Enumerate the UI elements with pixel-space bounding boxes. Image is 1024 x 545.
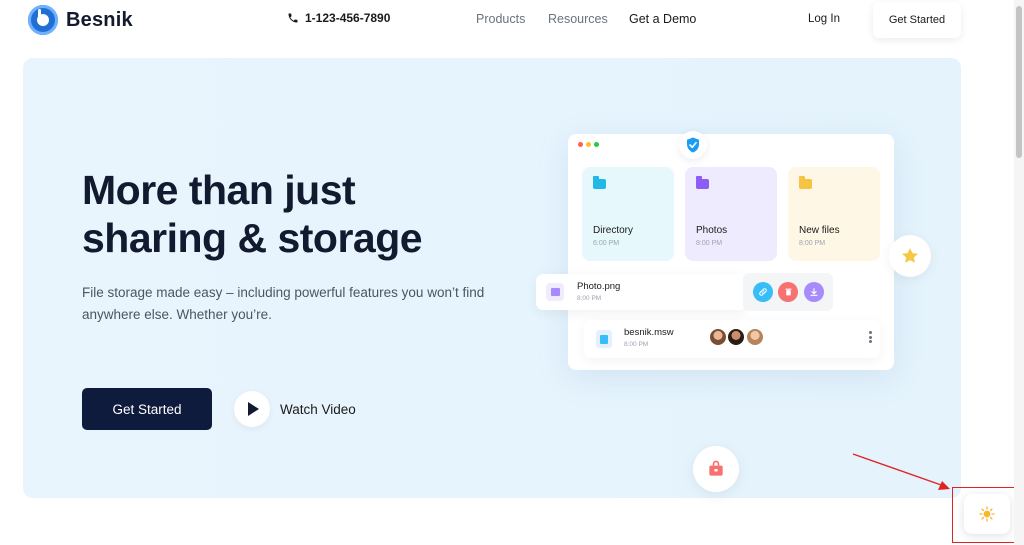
- folder-name: Photos: [696, 225, 728, 236]
- document-file-icon: [596, 330, 612, 348]
- shield-check-icon: [687, 137, 699, 153]
- hero-title: More than just sharing & storage: [82, 166, 502, 262]
- nav-products[interactable]: Products: [476, 12, 525, 26]
- star-badge: [889, 235, 931, 277]
- hero-title-line-1: More than just: [82, 167, 356, 213]
- folder-icon: [593, 176, 606, 189]
- window-dot-yellow: [586, 142, 591, 147]
- folder-name: Directory: [593, 225, 634, 236]
- folder-time: 6:00 PM: [593, 240, 620, 247]
- phone-contact[interactable]: 1-123-456-7890: [287, 11, 390, 25]
- login-link[interactable]: Log In: [808, 13, 840, 25]
- page-scrollbar[interactable]: [1014, 0, 1024, 545]
- watch-video-button[interactable]: Watch Video: [234, 391, 356, 427]
- hero-get-started-button[interactable]: Get Started: [82, 388, 212, 430]
- folder-time: 8:00 PM: [696, 240, 723, 247]
- file-actions: [743, 273, 833, 311]
- phone-icon: [288, 13, 298, 23]
- hero-title-line-2: sharing & storage: [82, 215, 423, 261]
- watch-video-label: Watch Video: [280, 401, 356, 417]
- shopping-bag-icon: [709, 460, 723, 476]
- shopping-bag-badge: [693, 446, 739, 492]
- window-dot-green: [594, 142, 599, 147]
- star-icon: [902, 248, 918, 263]
- hero-subtitle: File storage made easy – including power…: [82, 285, 485, 322]
- folder-card-photos[interactable]: Photos 8:00 PM: [685, 167, 777, 261]
- file-time: 8:00 PM: [624, 341, 649, 348]
- file-name: Photo.png: [577, 281, 621, 292]
- image-file-icon: [546, 283, 564, 301]
- avatar: [708, 327, 728, 347]
- sun-icon: [979, 506, 995, 522]
- play-icon: [248, 402, 259, 416]
- folder-time: 8:00 PM: [799, 240, 826, 247]
- folder-icon: [799, 176, 812, 189]
- folder-icon: [696, 176, 709, 189]
- avatar: [745, 327, 765, 347]
- header-get-started-button[interactable]: Get Started: [873, 2, 961, 38]
- folder-name: New files: [799, 225, 840, 236]
- theme-toggle-button[interactable]: [964, 494, 1010, 534]
- folder-card-new-files[interactable]: New files 8:00 PM: [788, 167, 880, 261]
- brand-logo[interactable]: Besnik: [28, 5, 133, 35]
- link-icon[interactable]: [753, 282, 773, 302]
- window-dots: [578, 142, 599, 147]
- scrollbar-thumb[interactable]: [1016, 6, 1022, 158]
- brand-mark-icon: [28, 5, 58, 35]
- brand-name: Besnik: [66, 8, 133, 31]
- file-name: besnik.msw: [624, 327, 674, 338]
- window-dot-red: [578, 142, 583, 147]
- play-button[interactable]: [234, 391, 270, 427]
- file-row-photo[interactable]: Photo.png 8:00 PM: [536, 274, 746, 310]
- phone-number: 1-123-456-7890: [305, 11, 391, 25]
- shield-check-badge: [679, 131, 707, 159]
- file-time: 8:00 PM: [577, 295, 602, 302]
- folder-card-directory[interactable]: Directory 6:00 PM: [582, 167, 674, 261]
- more-options-icon[interactable]: [869, 331, 872, 343]
- nav-get-a-demo[interactable]: Get a Demo: [629, 12, 696, 26]
- top-navbar: Besnik 1-123-456-7890 Products Resources…: [0, 0, 1024, 40]
- nav-resources[interactable]: Resources: [548, 12, 608, 26]
- avatar: [726, 327, 746, 347]
- trash-icon[interactable]: [778, 282, 798, 302]
- download-icon[interactable]: [804, 282, 824, 302]
